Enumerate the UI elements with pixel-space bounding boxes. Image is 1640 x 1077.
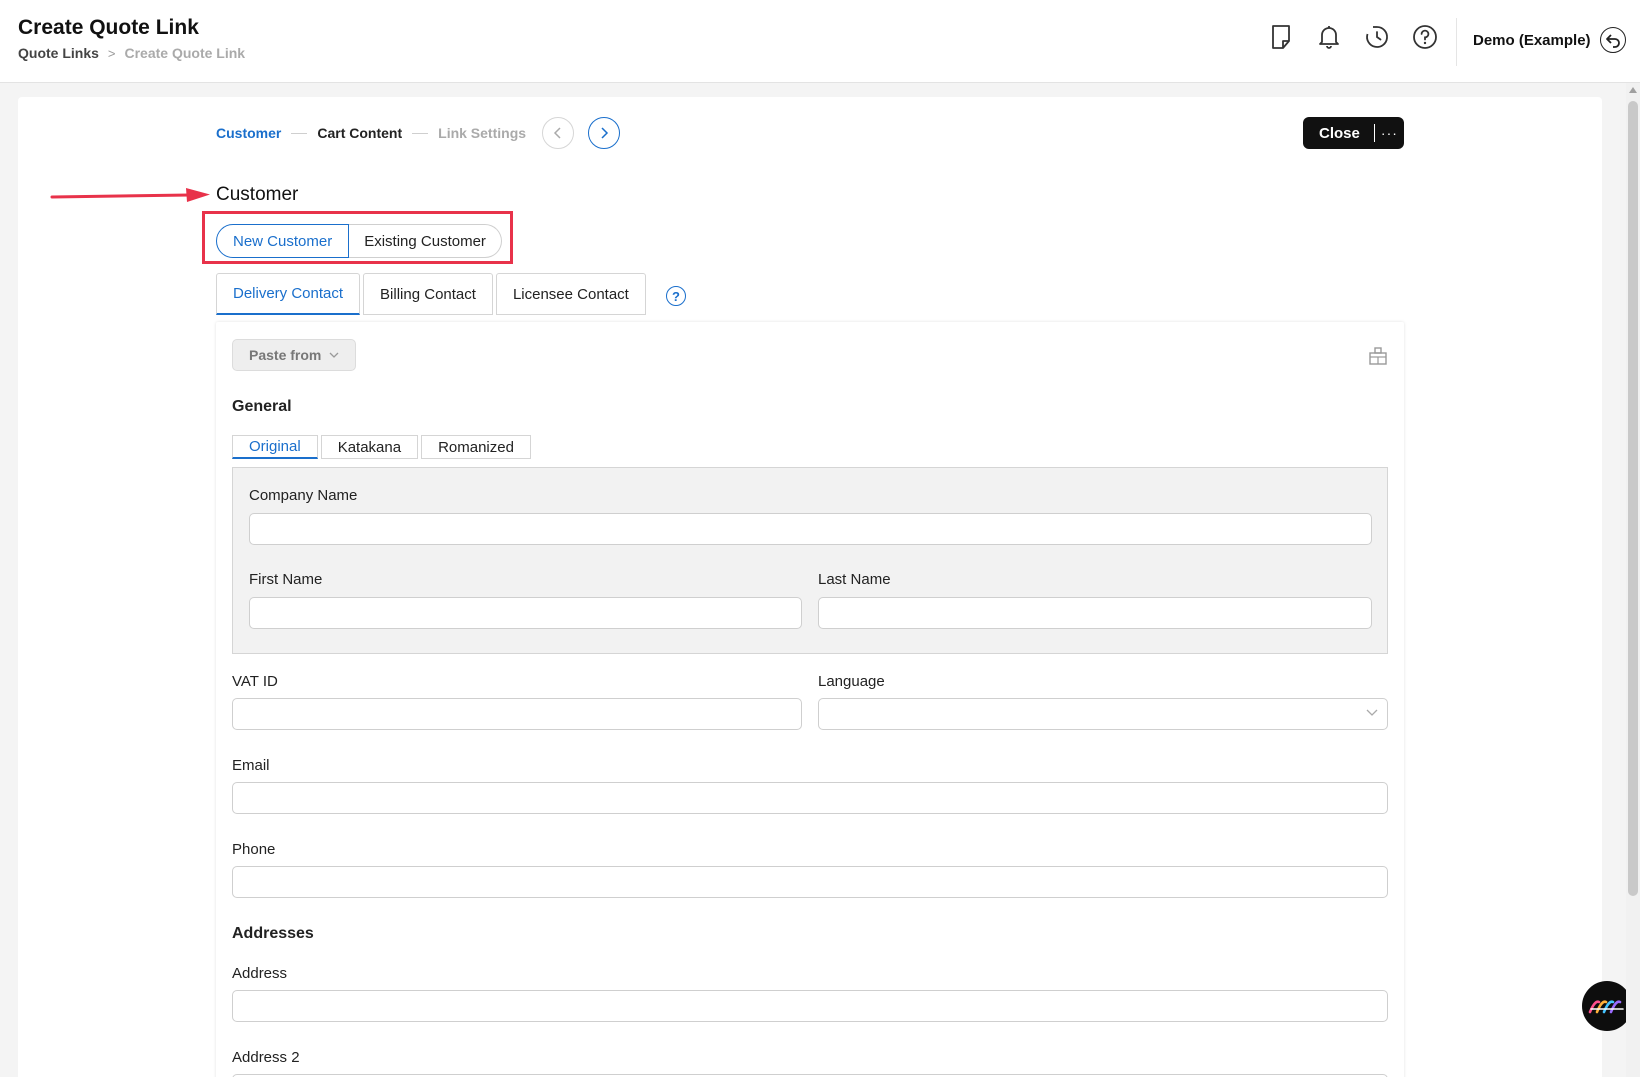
chevron-left-icon	[553, 127, 561, 139]
scrollbar-thumb[interactable]	[1628, 101, 1638, 896]
existing-customer-button[interactable]: Existing Customer	[349, 224, 502, 258]
chevron-right-icon	[601, 127, 609, 139]
header-divider	[1456, 18, 1457, 66]
email-input[interactable]	[232, 782, 1388, 814]
close-button[interactable]: Close	[1303, 117, 1374, 149]
last-name-label: Last Name	[818, 571, 891, 588]
tab-katakana[interactable]: Katakana	[320, 435, 419, 459]
help-icon[interactable]	[1412, 24, 1438, 50]
scroll-up-arrow-icon[interactable]	[1629, 87, 1637, 93]
step-customer[interactable]: Customer	[216, 125, 281, 141]
section-title-customer: Customer	[216, 184, 299, 205]
annotation-arrow-icon	[50, 188, 210, 202]
step-connector	[291, 132, 308, 134]
vat-id-label: VAT ID	[232, 673, 278, 690]
phone-input[interactable]	[232, 866, 1388, 898]
customer-type-toggle: New Customer Existing Customer	[216, 224, 502, 258]
tab-billing-contact[interactable]: Billing Contact	[363, 273, 493, 315]
tab-romanized[interactable]: Romanized	[421, 435, 531, 459]
breadcrumb: Quote Links > Create Quote Link	[18, 45, 245, 61]
assistant-launcher-button[interactable]	[1582, 981, 1632, 1031]
breadcrumb-current: Create Quote Link	[124, 45, 246, 61]
chevron-down-icon	[1366, 709, 1378, 716]
address-label: Address	[232, 965, 288, 982]
tab-licensee-contact[interactable]: Licensee Contact	[495, 273, 646, 315]
building-icon[interactable]	[1368, 346, 1388, 365]
chevron-down-icon	[329, 352, 339, 358]
document-icon[interactable]	[1268, 24, 1294, 50]
wizard-stepper: Customer Cart Content Link Settings	[216, 117, 621, 149]
step-connector	[412, 132, 429, 134]
breadcrumb-quote-links[interactable]: Quote Links	[18, 45, 99, 61]
previous-step-button[interactable]	[542, 117, 575, 149]
paste-from-dropdown[interactable]: Paste from	[232, 339, 356, 371]
address-2-label: Address 2	[232, 1049, 300, 1066]
name-script-tabs: Original Katakana Romanized	[232, 435, 531, 459]
step-cart-content[interactable]: Cart Content	[317, 125, 402, 141]
next-step-button[interactable]	[588, 117, 621, 149]
language-select[interactable]	[818, 698, 1388, 730]
tab-delivery-contact[interactable]: Delivery Contact	[216, 273, 361, 315]
new-customer-button[interactable]: New Customer	[216, 224, 350, 258]
page-title: Create Quote Link	[18, 16, 199, 39]
tab-original[interactable]: Original	[232, 435, 318, 459]
language-label: Language	[818, 673, 885, 690]
page-scrollbar[interactable]	[1626, 83, 1640, 1077]
contact-tabs: Delivery Contact Billing Contact License…	[216, 273, 646, 315]
close-button-group: Close ···	[1303, 117, 1404, 149]
account-menu[interactable]: Demo (Example)	[1473, 27, 1626, 53]
vat-id-input[interactable]	[232, 698, 802, 730]
history-icon[interactable]	[1364, 24, 1390, 50]
contact-help-icon[interactable]: ?	[666, 286, 686, 306]
addresses-heading: Addresses	[232, 925, 314, 942]
assistant-logo-icon	[1588, 1000, 1624, 1014]
switch-account-icon	[1599, 27, 1626, 53]
company-name-input[interactable]	[249, 513, 1372, 545]
address-input[interactable]	[232, 990, 1388, 1022]
phone-label: Phone	[232, 841, 276, 858]
account-name: Demo (Example)	[1473, 31, 1591, 49]
general-heading: General	[232, 398, 292, 415]
top-header: Create Quote Link Quote Links > Create Q…	[0, 0, 1640, 83]
last-name-input[interactable]	[818, 597, 1372, 629]
more-options-button[interactable]: ···	[1375, 117, 1404, 149]
first-name-label: First Name	[249, 571, 323, 588]
header-icons	[1268, 24, 1438, 50]
breadcrumb-separator: >	[107, 45, 116, 61]
email-label: Email	[232, 757, 270, 774]
bell-icon[interactable]	[1316, 24, 1342, 50]
step-link-settings[interactable]: Link Settings	[438, 125, 526, 141]
first-name-input[interactable]	[249, 597, 802, 629]
company-name-label: Company Name	[249, 487, 358, 504]
paste-from-label: Paste from	[249, 347, 322, 363]
